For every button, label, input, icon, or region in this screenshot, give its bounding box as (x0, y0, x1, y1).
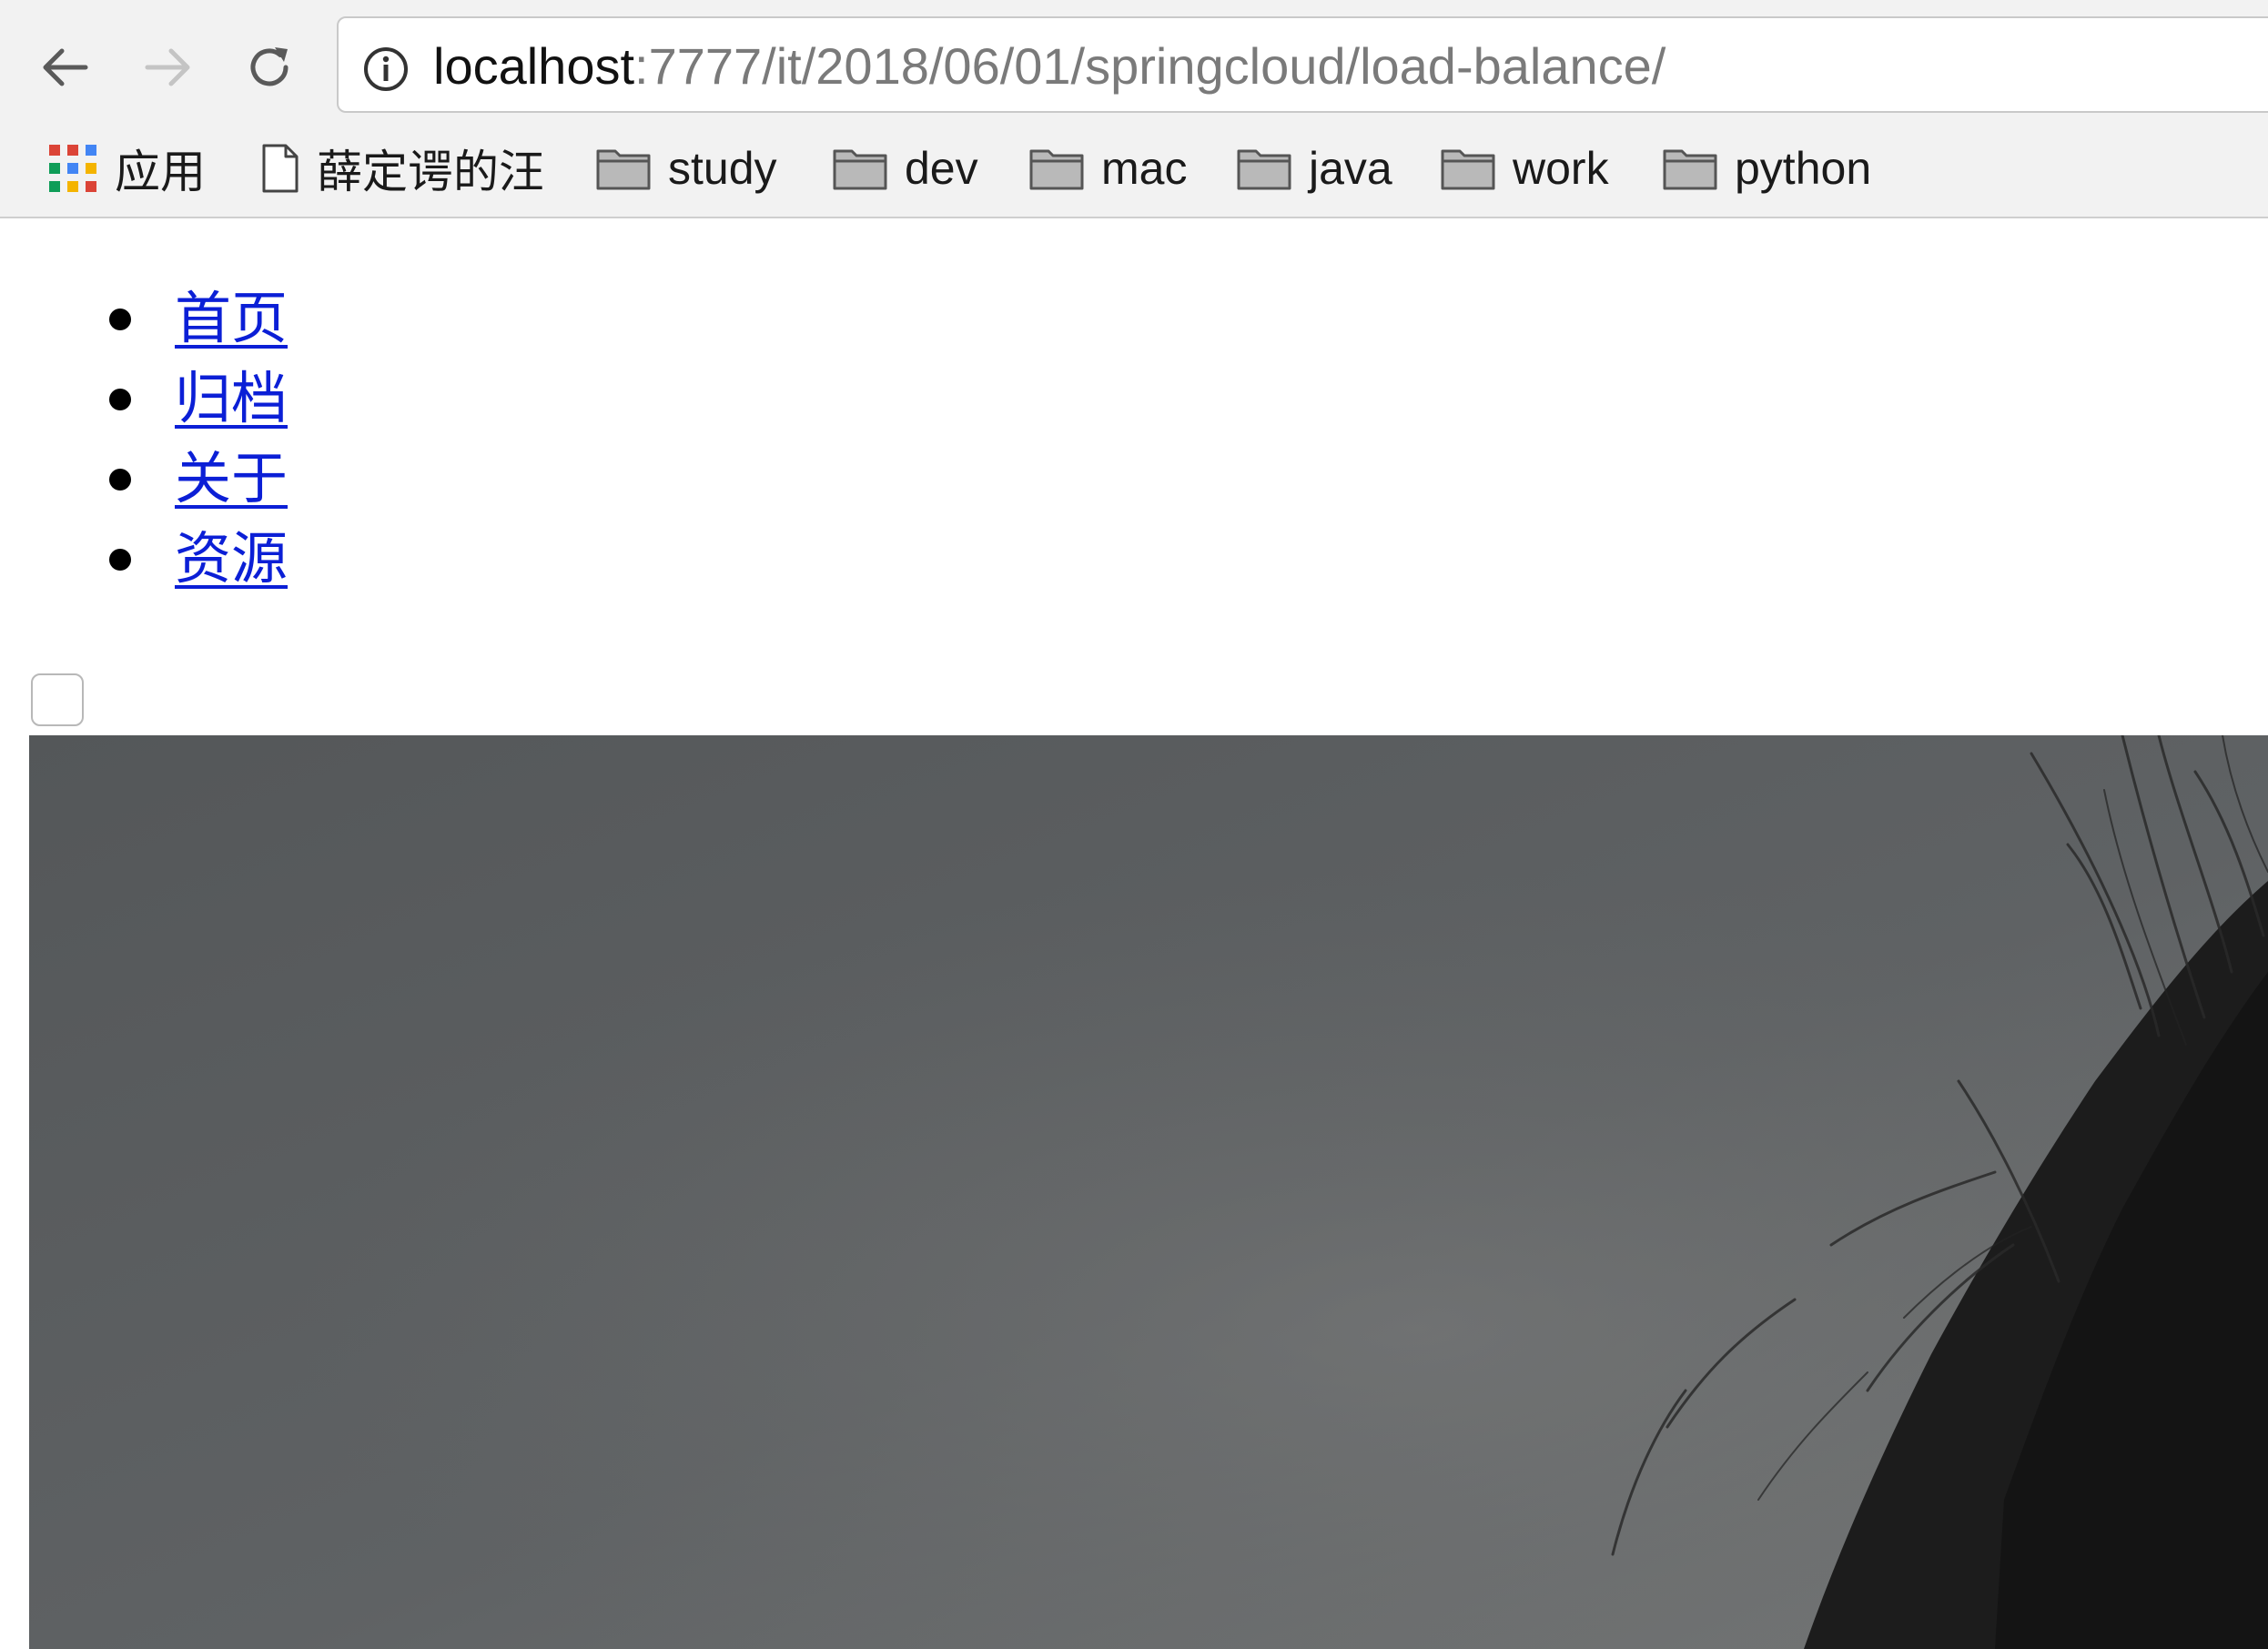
list-bullet (109, 549, 131, 571)
folder-icon (596, 149, 651, 190)
reload-button[interactable] (233, 31, 306, 104)
bookmark-folder-work[interactable]: work (1440, 127, 1609, 209)
bookmark-label: work (1513, 143, 1609, 194)
url-host: localhost (433, 37, 635, 95)
toggle-checkbox[interactable] (31, 673, 84, 726)
page-icon (262, 144, 299, 193)
bookmark-label: dev (905, 143, 978, 194)
folder-icon (1237, 149, 1291, 190)
bookmark-label: python (1735, 143, 1872, 194)
bookmark-folder-mac[interactable]: mac (1028, 127, 1187, 209)
address-bar[interactable]: localhost:7777/it/2018/06/01/springcloud… (337, 16, 2268, 113)
bookmark-label: java (1309, 143, 1392, 194)
bookmark-folder-python[interactable]: python (1662, 127, 1871, 209)
back-arrow-icon (43, 48, 88, 86)
back-button[interactable] (29, 31, 102, 104)
nav-link-resources[interactable]: 资源 (175, 519, 288, 599)
bookmark-label: mac (1101, 143, 1188, 194)
forward-button[interactable] (131, 31, 204, 104)
apps-grid-icon (49, 145, 96, 192)
list-bullet (109, 389, 131, 410)
folder-icon (1663, 149, 1717, 190)
list-bullet (109, 469, 131, 491)
bookmark-folder-study[interactable]: study (595, 127, 777, 209)
bookmark-folder-java[interactable]: java (1236, 127, 1392, 209)
bookmark-label: study (668, 143, 777, 194)
url-path: :7777/it/2018/06/01/springcloud/load-bal… (634, 37, 1666, 95)
nav-link-archive[interactable]: 归档 (175, 359, 288, 439)
nav-link-about[interactable]: 关于 (175, 439, 288, 519)
bookmark-label: 薛定谔的汪 (317, 147, 544, 197)
grayscale-portrait-photo (29, 735, 2268, 1649)
folder-icon (1029, 149, 1084, 190)
forward-arrow-icon (145, 48, 190, 86)
browser-toolbar: localhost:7777/it/2018/06/01/springcloud… (0, 0, 2268, 218)
url-text[interactable]: localhost:7777/it/2018/06/01/springcloud… (433, 36, 1666, 96)
info-icon[interactable] (362, 46, 410, 93)
bookmarks-bar: 应用 薛定谔的汪 study dev mac java work python (0, 127, 2268, 209)
bookmark-folder-dev[interactable]: dev (832, 127, 978, 209)
folder-icon (833, 149, 887, 190)
reload-icon (250, 47, 289, 86)
bookmark-page[interactable]: 薛定谔的汪 (260, 127, 544, 209)
nav-link-home[interactable]: 首页 (175, 278, 288, 359)
list-bullet (109, 309, 131, 330)
hero-image (29, 735, 2268, 1649)
bookmark-label: 应用 (115, 147, 206, 197)
folder-icon (1441, 149, 1495, 190)
bookmark-apps[interactable]: 应用 (47, 127, 206, 209)
